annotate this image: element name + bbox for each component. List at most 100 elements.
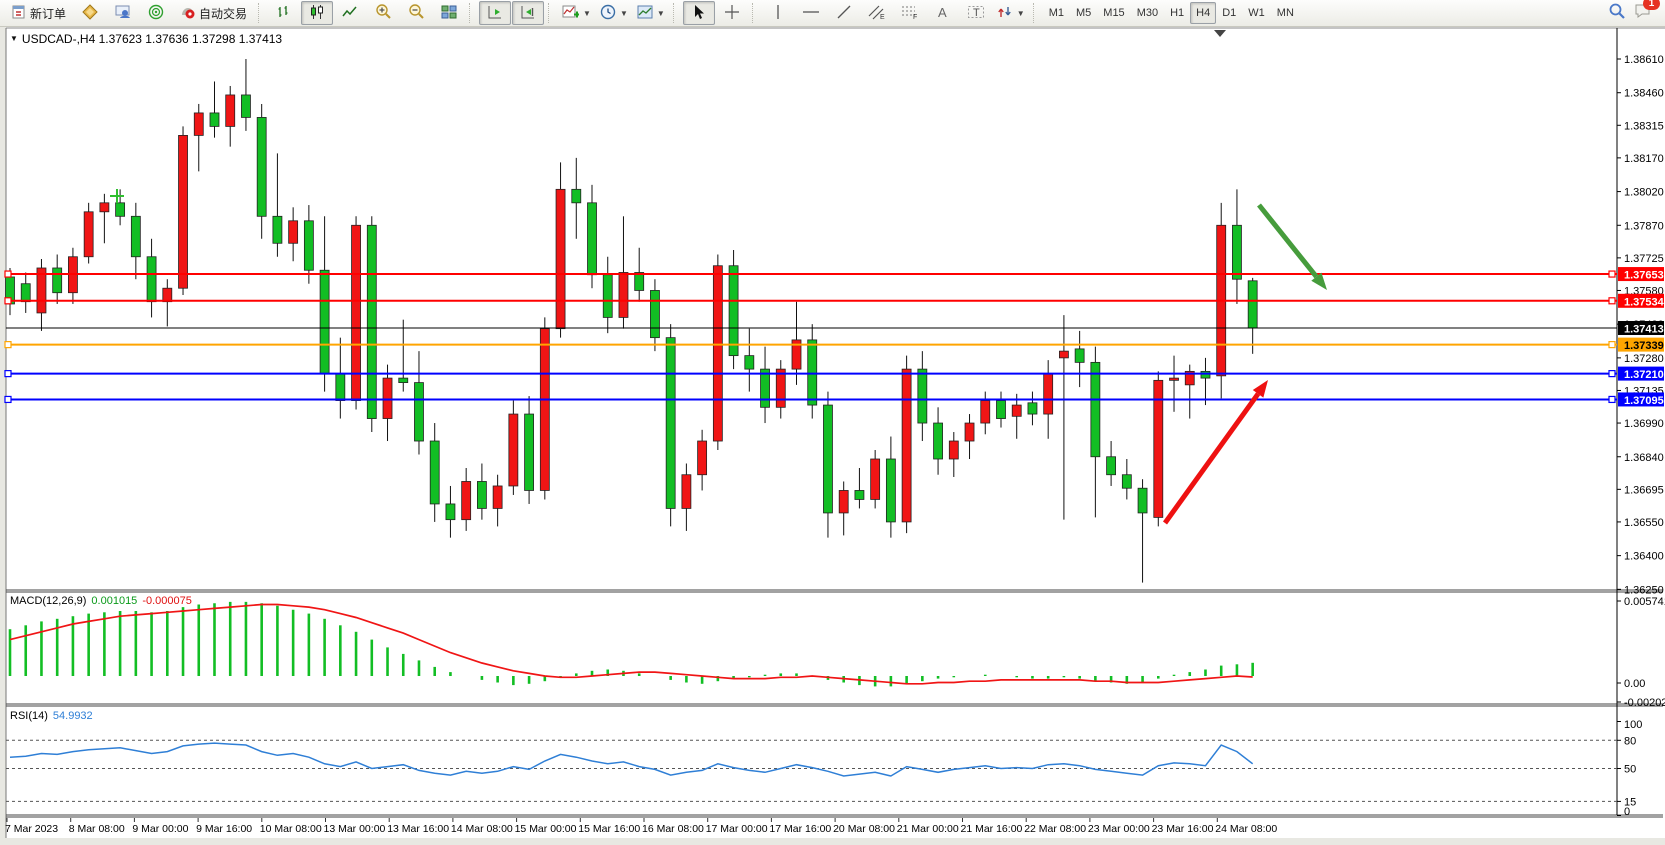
timeframe-M30[interactable]: M30 bbox=[1131, 2, 1164, 24]
candle[interactable] bbox=[477, 481, 486, 508]
candle[interactable] bbox=[147, 257, 156, 302]
candle[interactable] bbox=[776, 369, 785, 407]
candle[interactable] bbox=[320, 270, 329, 373]
chart-bars-button[interactable] bbox=[268, 1, 300, 25]
candle[interactable] bbox=[289, 221, 298, 243]
broadcast-button[interactable] bbox=[140, 1, 172, 25]
candle[interactable] bbox=[336, 374, 345, 401]
chart-shift-button[interactable] bbox=[512, 1, 544, 25]
candle[interactable] bbox=[713, 266, 722, 441]
new-order-button[interactable]: 新订单 bbox=[4, 1, 73, 25]
line-handle[interactable] bbox=[1609, 371, 1615, 377]
candle[interactable] bbox=[886, 459, 895, 522]
candle[interactable] bbox=[1091, 362, 1100, 456]
candle[interactable] bbox=[414, 383, 423, 441]
candle[interactable] bbox=[21, 284, 30, 302]
trendline-button[interactable] bbox=[828, 1, 860, 25]
line-handle[interactable] bbox=[5, 371, 11, 377]
timeframe-H4[interactable]: H4 bbox=[1190, 2, 1216, 24]
line-handle[interactable] bbox=[5, 396, 11, 402]
candle[interactable] bbox=[1012, 405, 1021, 416]
zoom-in-button[interactable] bbox=[367, 1, 399, 25]
candle[interactable] bbox=[729, 266, 738, 356]
candle[interactable] bbox=[53, 268, 62, 293]
chart-canvas[interactable]: 1.386101.384601.383151.381701.380201.378… bbox=[0, 0, 1665, 845]
candle[interactable] bbox=[210, 113, 219, 126]
horizontal-line-button[interactable] bbox=[795, 1, 827, 25]
candle[interactable] bbox=[462, 481, 471, 519]
candle[interactable] bbox=[179, 135, 188, 288]
candle[interactable] bbox=[556, 189, 565, 328]
text-label-button[interactable]: T bbox=[960, 1, 992, 25]
horizontal-line-object[interactable] bbox=[5, 298, 1617, 304]
candle[interactable] bbox=[823, 405, 832, 513]
candle[interactable] bbox=[572, 189, 581, 202]
candle[interactable] bbox=[1044, 374, 1053, 414]
templates-button[interactable]: ▼ bbox=[633, 1, 669, 25]
candle[interactable] bbox=[603, 275, 612, 318]
line-handle[interactable] bbox=[5, 342, 11, 348]
notifications-button[interactable]: 1 bbox=[1634, 2, 1653, 24]
cross-marker[interactable] bbox=[110, 189, 124, 203]
arrow-object-up[interactable] bbox=[1165, 394, 1258, 523]
candle[interactable] bbox=[1201, 371, 1210, 378]
candle[interactable] bbox=[273, 216, 282, 243]
timeframe-D1[interactable]: D1 bbox=[1216, 2, 1242, 24]
candle[interactable] bbox=[635, 272, 644, 290]
market-watch-button[interactable] bbox=[107, 1, 139, 25]
timeframe-M1[interactable]: M1 bbox=[1043, 2, 1070, 24]
candle[interactable] bbox=[965, 423, 974, 441]
candle[interactable] bbox=[745, 356, 754, 369]
fibonacci-button[interactable]: F bbox=[894, 1, 926, 25]
candle[interactable] bbox=[666, 338, 675, 509]
arrow-object-down[interactable] bbox=[1259, 205, 1316, 277]
candle[interactable] bbox=[367, 225, 376, 418]
candle[interactable] bbox=[1075, 349, 1084, 362]
vertical-line-button[interactable] bbox=[762, 1, 794, 25]
search-button[interactable] bbox=[1608, 2, 1626, 25]
line-handle[interactable] bbox=[1609, 298, 1615, 304]
crosshair-button[interactable] bbox=[716, 1, 748, 25]
candle[interactable] bbox=[698, 441, 707, 475]
line-handle[interactable] bbox=[5, 271, 11, 277]
candle[interactable] bbox=[761, 369, 770, 407]
cursor-button[interactable] bbox=[683, 1, 715, 25]
candle[interactable] bbox=[383, 378, 392, 418]
candle[interactable] bbox=[241, 95, 250, 117]
candle[interactable] bbox=[1028, 403, 1037, 414]
timeframe-W1[interactable]: W1 bbox=[1242, 2, 1271, 24]
candle[interactable] bbox=[1154, 380, 1163, 517]
candle[interactable] bbox=[650, 290, 659, 337]
candle[interactable] bbox=[131, 216, 140, 256]
line-handle[interactable] bbox=[1609, 342, 1615, 348]
candle[interactable] bbox=[839, 490, 848, 512]
auto-trading-button[interactable]: 自动交易 bbox=[173, 1, 254, 25]
line-handle[interactable] bbox=[5, 298, 11, 304]
candle[interactable] bbox=[525, 414, 534, 490]
candle[interactable] bbox=[588, 203, 597, 275]
candle[interactable] bbox=[100, 203, 109, 212]
periods-button[interactable]: ▼ bbox=[596, 1, 632, 25]
candle[interactable] bbox=[1107, 457, 1116, 475]
candle[interactable] bbox=[163, 288, 172, 301]
line-handle[interactable] bbox=[1609, 271, 1615, 277]
timeframe-M5[interactable]: M5 bbox=[1070, 2, 1097, 24]
horizontal-line-object[interactable] bbox=[5, 271, 1617, 277]
text-button[interactable]: A bbox=[927, 1, 959, 25]
candle[interactable] bbox=[116, 203, 125, 216]
candle[interactable] bbox=[619, 272, 628, 317]
candle[interactable] bbox=[1138, 488, 1147, 513]
auto-scroll-button[interactable] bbox=[479, 1, 511, 25]
indicators-button[interactable]: ▼ bbox=[558, 1, 595, 25]
candle[interactable] bbox=[226, 95, 235, 126]
chart-candles-button[interactable] bbox=[301, 1, 333, 25]
zoom-out-button[interactable] bbox=[400, 1, 432, 25]
candle[interactable] bbox=[84, 212, 93, 257]
candle[interactable] bbox=[902, 369, 911, 522]
candle[interactable] bbox=[399, 378, 408, 382]
candle[interactable] bbox=[934, 423, 943, 459]
candle[interactable] bbox=[493, 486, 502, 508]
timeframe-M15[interactable]: M15 bbox=[1097, 2, 1130, 24]
candle[interactable] bbox=[430, 441, 439, 504]
profiles-button[interactable] bbox=[74, 1, 106, 25]
